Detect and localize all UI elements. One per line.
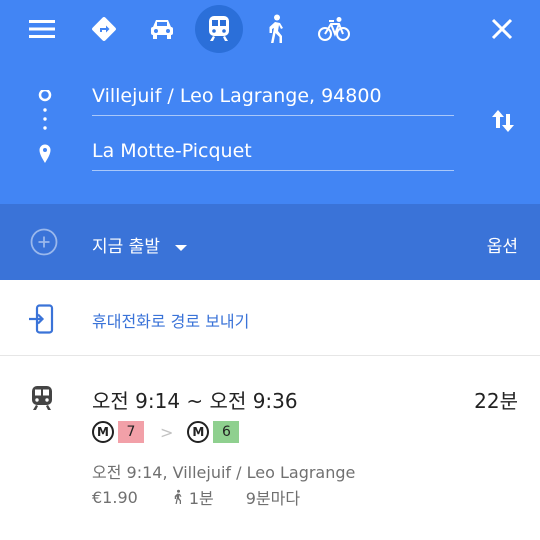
- send-to-phone-icon: [28, 304, 54, 334]
- walk-mode-button[interactable]: [252, 5, 300, 53]
- route-line: [38, 88, 52, 164]
- directions-icon: [92, 17, 116, 41]
- dropdown-arrow-icon: [175, 245, 188, 251]
- departure-time-bar: 지금 출발 옵션: [0, 204, 540, 280]
- origin-input[interactable]: Villejuif / Leo Lagrange, 94800: [92, 82, 454, 116]
- bike-mode-button[interactable]: [310, 5, 358, 53]
- metro-icon: M: [187, 421, 210, 443]
- bike-icon: [318, 17, 350, 41]
- options-button[interactable]: 옵션: [487, 232, 518, 257]
- send-to-phone-row[interactable]: 휴대전화로 경로 보내기: [0, 280, 540, 356]
- walk-icon: [269, 14, 283, 43]
- depart-now-dropdown[interactable]: 지금 출발: [92, 232, 188, 257]
- departure-info: 오전 9:14, Villejuif / Leo Lagrange: [92, 463, 356, 482]
- metro-icon: M: [92, 421, 114, 443]
- metro-line-badge: 7: [118, 421, 144, 443]
- send-to-phone-label: 휴대전화로 경로 보내기: [92, 312, 250, 331]
- route-times: 오전 9:14 ~ 오전 9:36: [92, 389, 298, 413]
- car-mode-button[interactable]: [138, 5, 186, 53]
- menu-icon[interactable]: [18, 5, 66, 53]
- close-icon[interactable]: [478, 5, 526, 53]
- transit-route-result[interactable]: 오전 9:14 ~ 오전 9:36 22분 M 7 > M 6 오전 9:14,…: [0, 357, 540, 540]
- train-icon: [30, 385, 54, 411]
- train-icon: [209, 16, 229, 41]
- transit-mode-button[interactable]: [195, 5, 243, 53]
- frequency: 9분마다: [245, 489, 301, 508]
- walk-time: 1분: [188, 489, 214, 508]
- route-meta: €1.90 1분 9분마다: [92, 485, 300, 509]
- metro-line-badge: 6: [213, 421, 240, 443]
- chevron-right-icon: >: [160, 422, 174, 442]
- route-duration: 22분: [474, 389, 518, 413]
- transit-lines: M 7 > M 6: [92, 419, 240, 445]
- depart-now-label: 지금 출발: [92, 237, 160, 257]
- fare: €1.90: [92, 487, 138, 507]
- directions-header: Villejuif / Leo Lagrange, 94800 La Motte…: [0, 0, 540, 204]
- car-icon: [151, 20, 173, 39]
- add-stop-icon[interactable]: [30, 228, 58, 256]
- swap-icon[interactable]: [488, 106, 518, 136]
- travel-mode-bar: [0, 0, 540, 60]
- walk-icon: [174, 489, 182, 504]
- destination-input[interactable]: La Motte-Picquet: [92, 137, 454, 171]
- directions-mode-button[interactable]: [80, 5, 128, 53]
